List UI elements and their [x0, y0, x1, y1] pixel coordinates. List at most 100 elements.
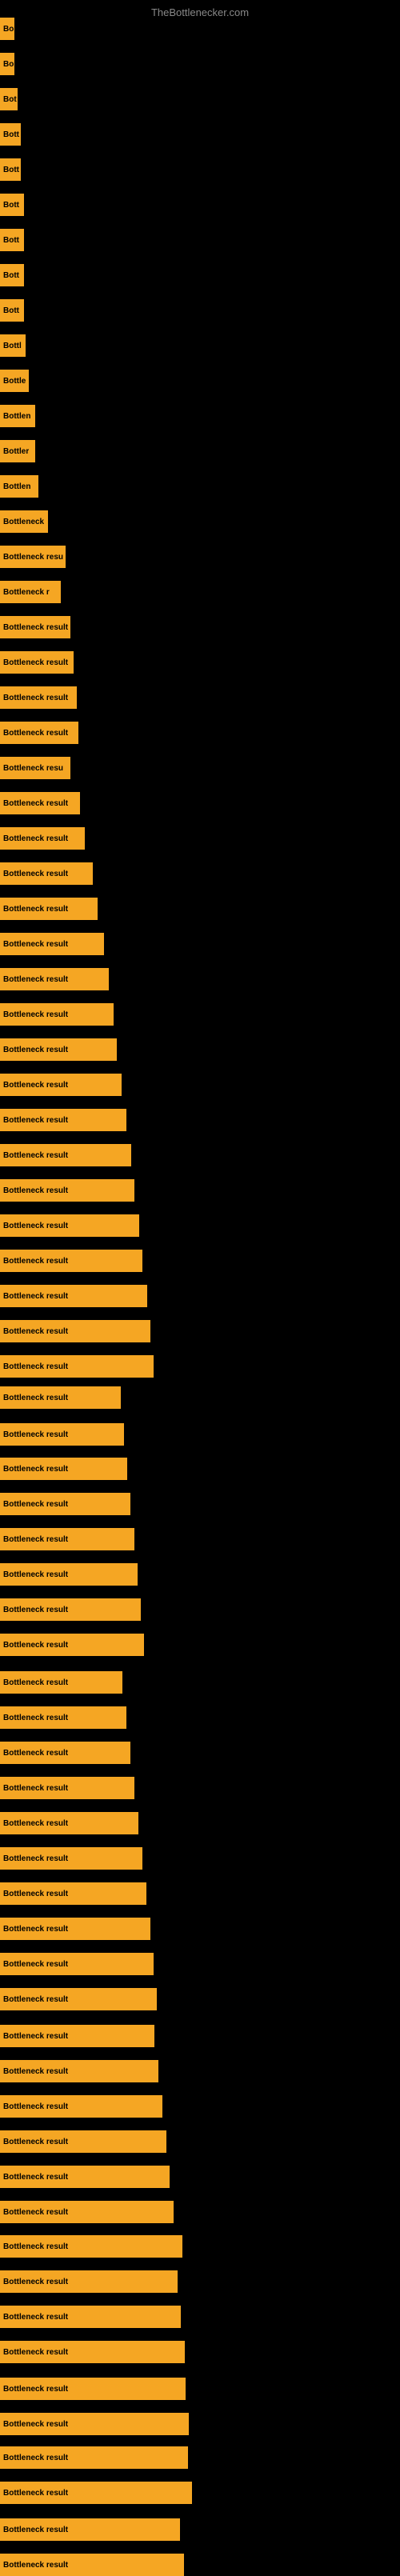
bar-label: Bottleneck result	[3, 2420, 68, 2429]
bar-label: Bottleneck result	[3, 2278, 68, 2286]
bar-item: Bottleneck result	[0, 1355, 154, 1378]
bar-item: Bottleneck result	[0, 1918, 150, 1940]
bar-label: Bott	[3, 271, 19, 280]
bar-label: Bottleneck result	[3, 1641, 68, 1650]
bar-item: Bottleneck result	[0, 1777, 134, 1799]
bar-label: Bo	[3, 60, 14, 69]
bar-item: Bottleneck result	[0, 1528, 134, 1550]
bar-item: Bottleneck result	[0, 1706, 126, 1729]
bar-label: Bottleneck result	[3, 1854, 68, 1863]
bar-label: Bottleneck result	[3, 2385, 68, 2394]
bar-label: Bottleneck result	[3, 1362, 68, 1371]
bar-item: Bottleneck result	[0, 1386, 121, 1409]
bar-label: Bottleneck result	[3, 2348, 68, 2357]
bar-label: Bott	[3, 236, 19, 245]
bar-item: Bott	[0, 229, 24, 251]
bar-label: Bottleneck result	[3, 1257, 68, 1266]
bar-item: Bottleneck result	[0, 1285, 147, 1307]
bar-item: Bottl	[0, 334, 26, 357]
bar-item: Bottleneck result	[0, 2378, 186, 2400]
bar-label: Bottleneck result	[3, 2208, 68, 2217]
bar-item: Bottleneck result	[0, 1953, 154, 1975]
bar-item: Bottleneck result	[0, 2235, 182, 2258]
bar-item: Bottleneck result	[0, 2025, 154, 2047]
bar-item: Bottleneck result	[0, 1109, 126, 1131]
bar-item: Bottlen	[0, 475, 38, 498]
bar-item: Bottleneck result	[0, 792, 80, 814]
bar-label: Bottleneck result	[3, 1430, 68, 1439]
bar-item: Bottleneck result	[0, 1144, 131, 1166]
bar-item: Bottleneck result	[0, 2201, 174, 2223]
bar-item: Bottleneck result	[0, 1812, 138, 1834]
bar-item: Bottleneck result	[0, 827, 85, 850]
bar-label: Bottleneck result	[3, 1046, 68, 1054]
bar-item: Bottleneck result	[0, 2130, 166, 2153]
bar-item: Bottleneck result	[0, 2413, 189, 2435]
bar-label: Bottleneck result	[3, 2032, 68, 2041]
bar-item: Bott	[0, 264, 24, 286]
bar-label: Bottleneck result	[3, 1606, 68, 1614]
bar-item: Bottleneck result	[0, 2306, 181, 2328]
bar-label: Bot	[3, 95, 17, 104]
bar-label: Bottleneck result	[3, 1535, 68, 1544]
bar-item: Bottleneck result	[0, 2554, 184, 2576]
bar-label: Bottlen	[3, 412, 30, 421]
bar-label: Bottleneck result	[3, 1292, 68, 1301]
bar-label: Bottlen	[3, 482, 30, 491]
bar-item: Bottleneck result	[0, 1671, 122, 1694]
bar-item: Bo	[0, 18, 14, 40]
bar-label: Bottleneck result	[3, 2173, 68, 2182]
bar-label: Bottleneck result	[3, 1151, 68, 1160]
bar-item: Bottleneck result	[0, 722, 78, 744]
bar-item: Bottleneck result	[0, 1882, 146, 1905]
bar-item: Bottleneck result	[0, 2270, 178, 2293]
bar-label: Bottleneck result	[3, 1749, 68, 1758]
bar-item: Bottleneck result	[0, 1179, 134, 1202]
bar-item: Bottleneck result	[0, 1742, 130, 1764]
bar-label: Bottleneck result	[3, 1925, 68, 1934]
bar-item: Bottleneck result	[0, 1563, 138, 1586]
bar-label: Bottleneck result	[3, 1465, 68, 1474]
bar-item: Bott	[0, 299, 24, 322]
bar-item: Bottleneck	[0, 510, 48, 533]
bar-label: Bottleneck resu	[3, 764, 63, 773]
bar-label: Bottleneck result	[3, 2526, 68, 2534]
bar-label: Bottleneck result	[3, 694, 68, 702]
bar-item: Bottleneck result	[0, 1003, 114, 1026]
bar-label: Bott	[3, 166, 19, 174]
bar-label: Bottleneck resu	[3, 553, 63, 562]
bar-item: Bottleneck result	[0, 1988, 157, 2010]
bar-item: Bottleneck result	[0, 616, 70, 638]
bar-item: Bottleneck r	[0, 581, 61, 603]
bar-label: Bott	[3, 201, 19, 210]
bar-label: Bottleneck result	[3, 834, 68, 843]
bar-label: Bottleneck result	[3, 1081, 68, 1090]
bar-item: Bottleneck result	[0, 1598, 141, 1621]
bar-item: Bottleneck result	[0, 898, 98, 920]
bar-label: Bottleneck result	[3, 2561, 68, 2570]
bar-label: Bottler	[3, 447, 29, 456]
bar-label: Bott	[3, 306, 19, 315]
bar-label: Bottleneck result	[3, 1819, 68, 1828]
bar-item: Bottleneck result	[0, 2166, 170, 2188]
bar-label: Bottleneck result	[3, 2489, 68, 2498]
bar-label: Bottleneck result	[3, 1714, 68, 1722]
bar-item: Bottleneck resu	[0, 757, 70, 779]
bar-item: Bot	[0, 88, 18, 110]
bar-label: Bottleneck result	[3, 729, 68, 738]
bar-label: Bottleneck result	[3, 1222, 68, 1230]
bar-item: Bottleneck result	[0, 1250, 142, 1272]
bar-label: Bottleneck result	[3, 658, 68, 667]
bar-item: Bottleneck result	[0, 1458, 127, 1480]
bar-item: Bottleneck resu	[0, 546, 66, 568]
bar-label: Bottleneck result	[3, 1186, 68, 1195]
bar-label: Bottl	[3, 342, 22, 350]
bar-label: Bottleneck result	[3, 1116, 68, 1125]
bar-label: Bottleneck result	[3, 2067, 68, 2076]
bar-label: Bottleneck result	[3, 1570, 68, 1579]
bar-label: Bottleneck result	[3, 799, 68, 808]
bar-label: Bo	[3, 25, 14, 34]
bar-label: Bottleneck result	[3, 905, 68, 914]
bar-label: Bottleneck result	[3, 1995, 68, 2004]
bar-label: Bottleneck result	[3, 1678, 68, 1687]
